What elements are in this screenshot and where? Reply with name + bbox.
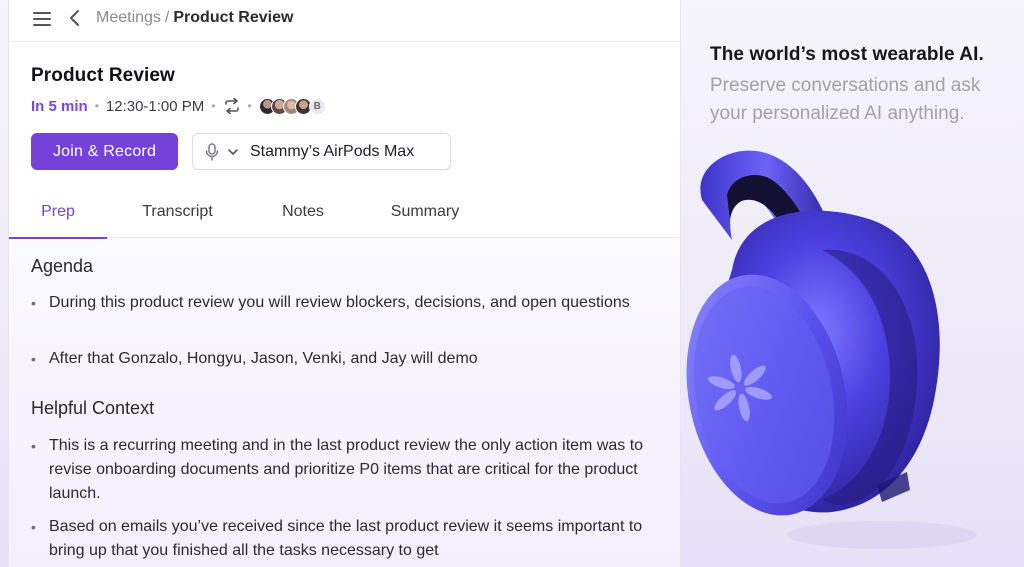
- tab-summary[interactable]: Summary: [375, 186, 475, 238]
- tab-label: Summary: [390, 203, 460, 220]
- bullet-dot: •: [31, 351, 36, 367]
- meeting-tabs: Prep Transcript Notes Summary: [9, 186, 680, 239]
- tab-notes[interactable]: Notes: [265, 186, 341, 238]
- repeat-icon: [224, 98, 239, 114]
- meeting-meta: In 5 min • 12:30-1:00 PM • • B: [31, 96, 326, 116]
- bullet-dot: •: [31, 295, 36, 311]
- meeting-time: 12:30-1:00 PM: [105, 97, 205, 115]
- meta-separator: •: [211, 99, 216, 113]
- chevron-down-icon: [228, 149, 238, 155]
- chevron-left-icon[interactable]: [67, 8, 83, 28]
- promo-subtitle: Preserve conversations and ask your pers…: [710, 75, 981, 124]
- agenda-item-text: After that Gonzalo, Hongyu, Jason, Venki…: [49, 350, 478, 367]
- list-item: • During this product review you will re…: [31, 291, 661, 315]
- top-bar: Meetings / Product Review: [9, 0, 680, 42]
- attendee-avatars[interactable]: B: [258, 97, 326, 115]
- tab-label: Notes: [282, 203, 324, 220]
- breadcrumb-separator: /: [164, 9, 170, 26]
- context-item-text: Based on emails you’ve received since th…: [49, 518, 643, 559]
- starts-in-label: In 5 min: [31, 97, 88, 115]
- avatar-overflow: B: [308, 97, 326, 115]
- tab-label: Transcript: [142, 203, 213, 220]
- breadcrumb-current: Product Review: [173, 9, 294, 26]
- breadcrumb-meetings-link[interactable]: Meetings: [96, 9, 161, 26]
- agenda-heading: Agenda: [31, 256, 94, 276]
- list-item: • Based on emails you’ve received since …: [31, 515, 656, 563]
- audio-device-select[interactable]: Stammy’s AirPods Max: [192, 133, 451, 170]
- bullet-dot: •: [31, 438, 36, 454]
- bullet-dot: •: [31, 519, 36, 535]
- menu-icon[interactable]: [33, 12, 51, 26]
- wearable-device-image: [686, 150, 977, 549]
- join-and-record-button[interactable]: Join & Record: [31, 133, 178, 170]
- meta-separator: •: [94, 99, 99, 113]
- audio-device-label: Stammy’s AirPods Max: [250, 143, 415, 160]
- microphone-icon: [205, 143, 219, 161]
- context-item-text: This is a recurring meeting and in the l…: [49, 437, 644, 502]
- list-item: • After that Gonzalo, Hongyu, Jason, Ven…: [31, 347, 661, 371]
- active-tab-indicator: [9, 237, 107, 239]
- promo-title: The world’s most wearable AI.: [710, 44, 984, 65]
- tab-prep[interactable]: Prep: [9, 186, 107, 239]
- meta-separator: •: [247, 99, 252, 113]
- breadcrumb: Meetings / Product Review: [96, 8, 293, 28]
- agenda-item-text: During this product review you will revi…: [49, 294, 630, 311]
- meeting-panel: Meetings / Product Review Product Review I…: [8, 0, 681, 567]
- list-item: • This is a recurring meeting and in the…: [31, 434, 656, 506]
- tab-label: Prep: [41, 203, 75, 220]
- tab-transcript[interactable]: Transcript: [125, 186, 230, 238]
- helpful-context-heading: Helpful Context: [31, 398, 155, 418]
- meeting-title: Product Review: [31, 65, 175, 86]
